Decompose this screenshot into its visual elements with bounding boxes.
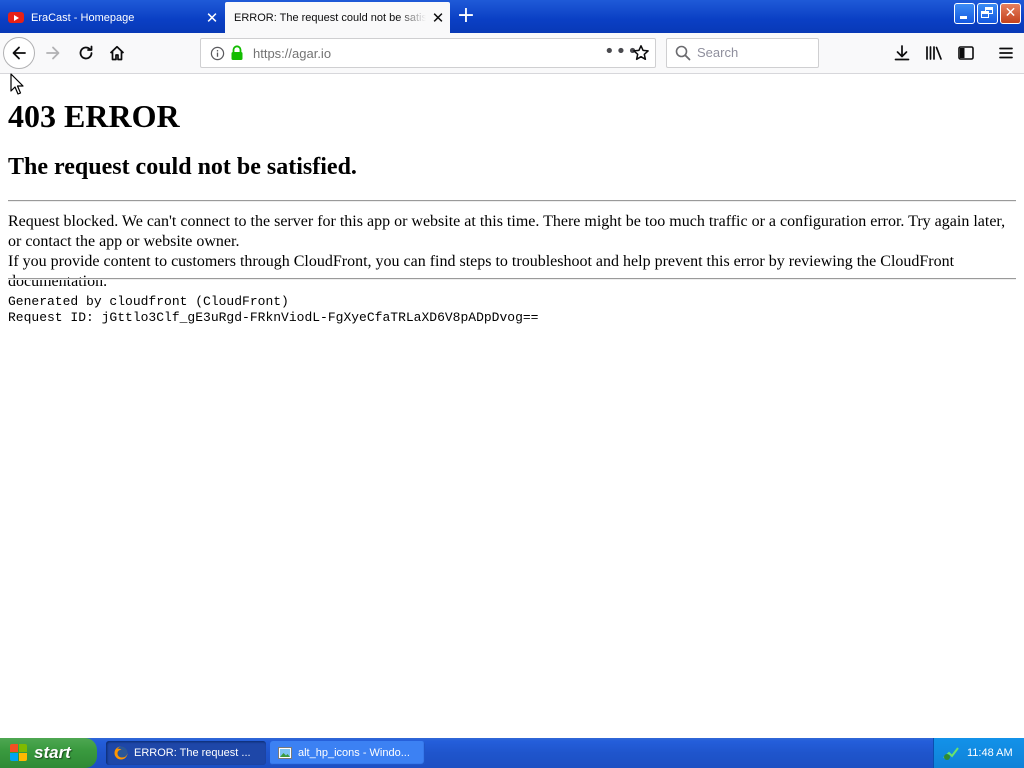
search-bar[interactable] (666, 38, 819, 68)
cloudfront-paragraph: If you provide content to customers thro… (8, 253, 955, 290)
search-icon (675, 45, 691, 61)
page-content: 403 ERROR The request could not be satis… (0, 74, 1024, 738)
tab-strip: EraCast - Homepage ✕ ERROR: The request … (0, 0, 1024, 33)
menu-icon (999, 47, 1013, 59)
window-controls: ✕ (954, 3, 1021, 24)
firefox-icon (114, 746, 128, 760)
generated-by-line: Generated by cloudfront (CloudFront) (8, 294, 289, 309)
taskbar-item-label: ERROR: The request ... (134, 747, 251, 759)
mouse-cursor-icon (10, 73, 24, 95)
close-tab-icon[interactable]: ✕ (200, 9, 224, 27)
system-tray: 11:48 AM (933, 738, 1024, 768)
restore-button[interactable] (977, 3, 998, 24)
navigation-toolbar: https://agar.io ••• (0, 33, 1024, 74)
close-tab-icon[interactable]: ✕ (426, 9, 450, 27)
info-icon[interactable] (210, 46, 225, 61)
bookmark-star-icon[interactable] (632, 44, 650, 62)
divider (8, 200, 1016, 202)
downloads-button[interactable] (889, 41, 915, 65)
tab-eracast[interactable]: EraCast - Homepage ✕ (0, 2, 224, 33)
new-tab-button[interactable]: + (452, 2, 480, 31)
back-icon (12, 46, 26, 60)
taskbar-item-label: alt_hp_icons - Windo... (298, 747, 410, 759)
network-icon[interactable] (943, 745, 959, 761)
home-icon (109, 45, 125, 61)
library-button[interactable] (921, 41, 947, 65)
home-button[interactable] (104, 41, 130, 65)
taskbar: start ERROR: The request ... alt_hp_icon… (0, 738, 1024, 768)
search-input[interactable] (697, 45, 807, 60)
tab-title: EraCast - Homepage (31, 11, 135, 24)
lock-icon[interactable] (230, 45, 244, 61)
downloads-icon (894, 45, 910, 61)
page-title: 403 ERROR (8, 98, 180, 134)
error-message: Request blocked. We can't connect to the… (8, 212, 1016, 292)
url-bar[interactable]: https://agar.io ••• (200, 38, 656, 68)
back-button[interactable] (3, 37, 35, 69)
start-button[interactable]: start (0, 738, 97, 768)
url-text[interactable]: https://agar.io (253, 46, 331, 61)
taskbar-item-firefox[interactable]: ERROR: The request ... (106, 741, 266, 765)
youtube-icon (8, 12, 24, 23)
forward-icon (46, 46, 60, 60)
forward-button[interactable] (40, 41, 66, 65)
sidebar-button[interactable] (953, 41, 979, 65)
reload-icon (79, 45, 93, 60)
start-label: start (34, 743, 71, 762)
tab-error[interactable]: ERROR: The request could not be satisfie… (225, 2, 450, 33)
library-icon (926, 46, 942, 60)
close-icon: ✕ (1004, 5, 1017, 21)
minimize-button[interactable] (954, 3, 975, 24)
sidebar-icon (958, 46, 974, 60)
tab-title: ERROR: The request could not be satisfie… (234, 11, 426, 24)
minimize-icon (960, 16, 967, 19)
clock[interactable]: 11:48 AM (967, 747, 1013, 759)
plus-icon: + (456, 3, 476, 28)
restore-icon-back (981, 11, 989, 18)
reload-button[interactable] (73, 41, 99, 65)
page-subtitle: The request could not be satisfied. (8, 154, 357, 180)
request-id-line: Request ID: jGttlo3Clf_gE3uRgd-FRknViodL… (8, 310, 539, 325)
image-viewer-icon (278, 747, 292, 759)
menu-button[interactable] (993, 41, 1019, 65)
taskbar-item-image-viewer[interactable]: alt_hp_icons - Windo... (270, 741, 425, 765)
windows-logo-icon (10, 744, 28, 762)
close-window-button[interactable]: ✕ (1000, 3, 1021, 24)
error-details: Generated by cloudfront (CloudFront) Requ… (8, 294, 539, 326)
divider (8, 278, 1016, 280)
error-paragraph: Request blocked. We can't connect to the… (8, 213, 1006, 250)
